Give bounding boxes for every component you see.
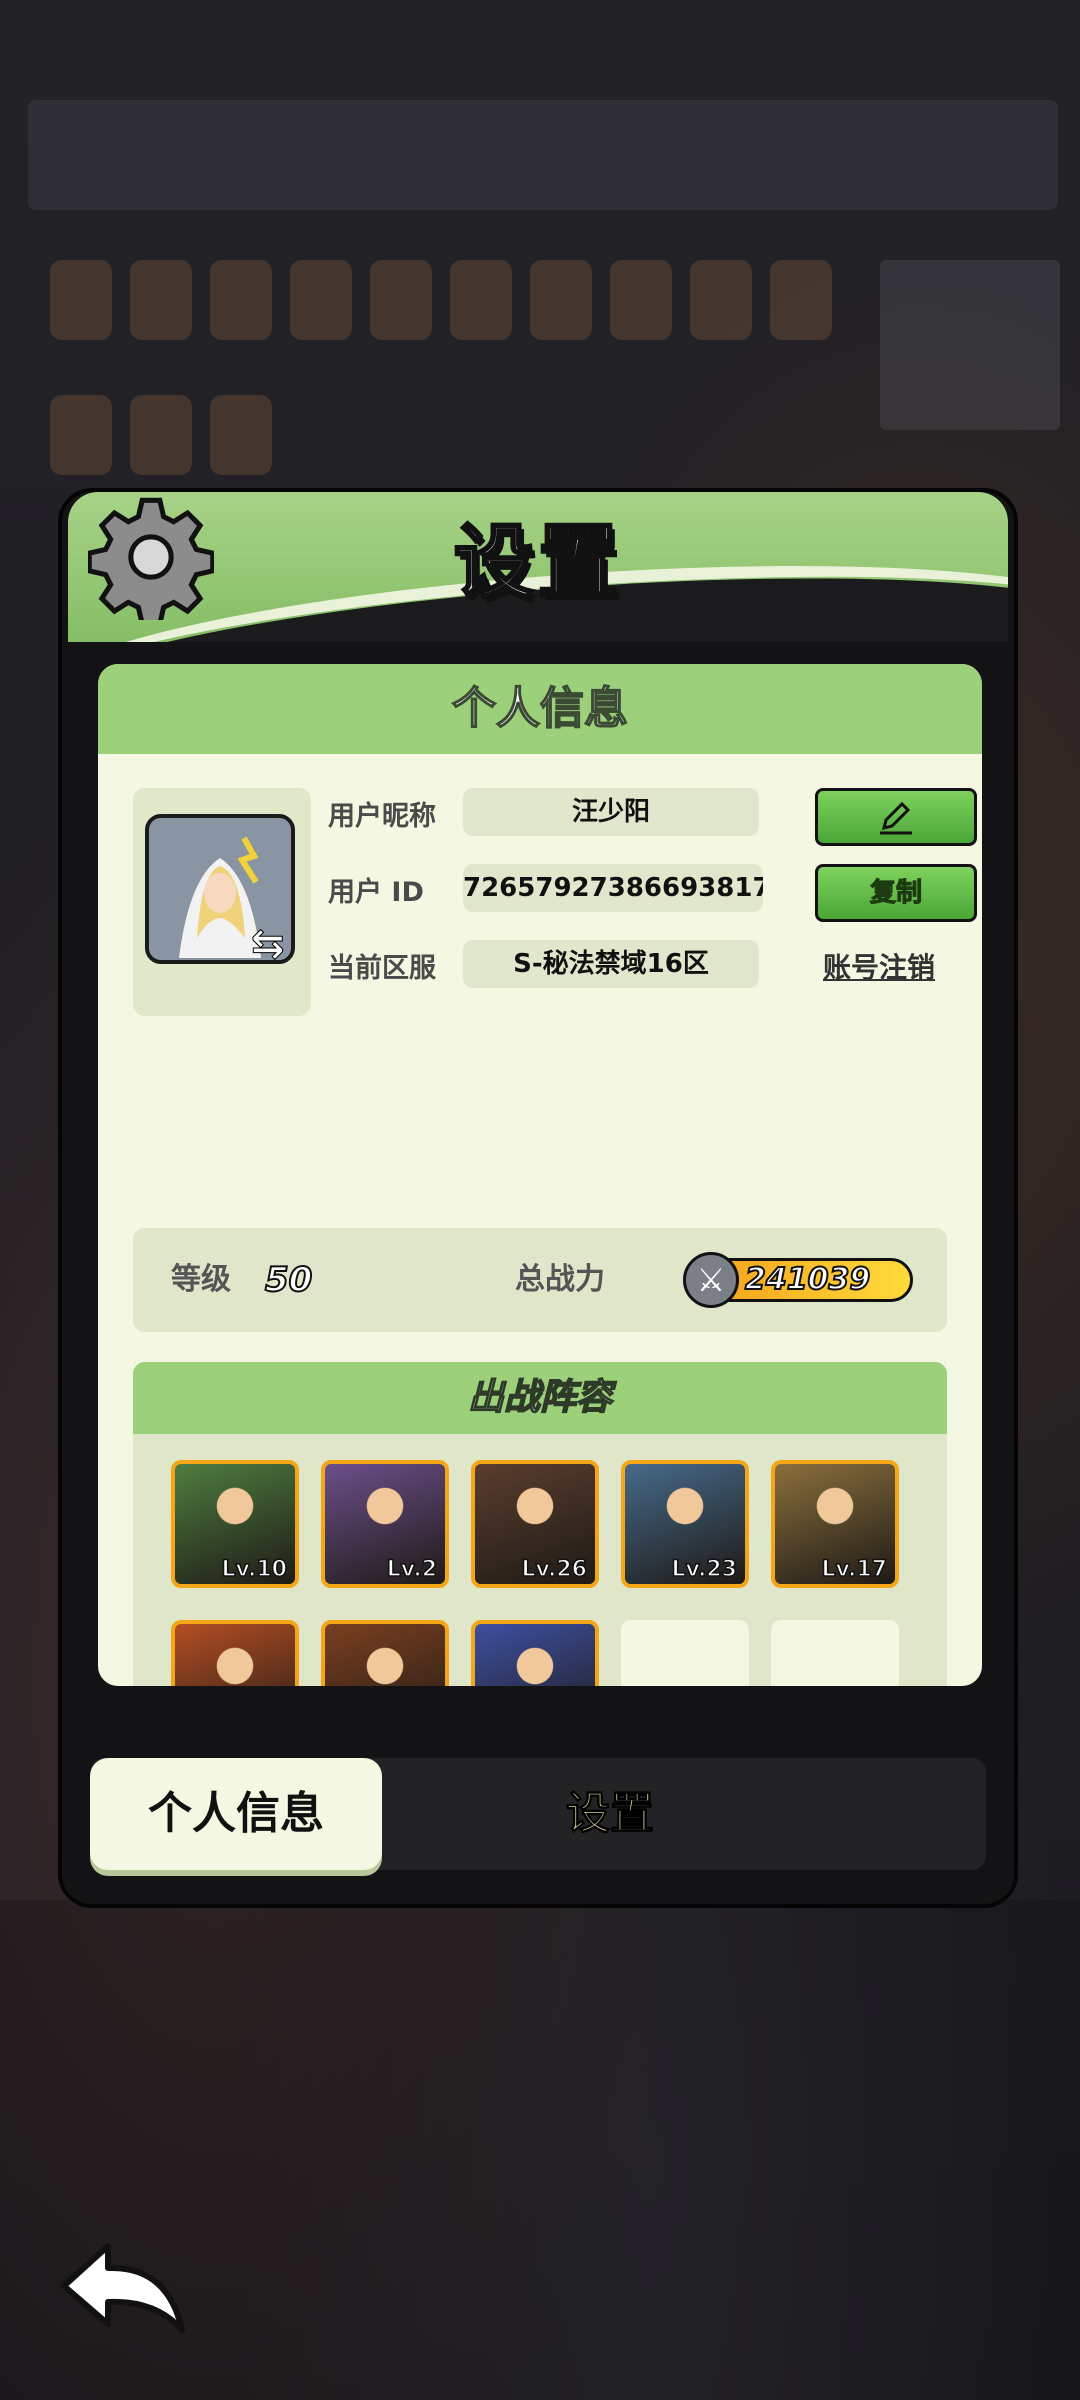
tab-personal-info[interactable]: 个人信息	[90, 1758, 382, 1870]
back-arrow-icon[interactable]	[56, 2238, 192, 2338]
hero-slot[interactable]: Lv.30	[321, 1620, 449, 1686]
hero-slot[interactable]: Lv.23	[621, 1460, 749, 1588]
hero-level: Lv.23	[671, 1556, 738, 1583]
hero-level: Lv.17	[821, 1556, 888, 1583]
personal-info-panel: 个人信息 ⇆ 用户昵称 汪少阳 用户 ID 72657927386693817 …	[98, 664, 982, 1686]
battle-lineup: 出战阵容 Lv.10Lv.2Lv.26Lv.23Lv.17Lv.23Lv.30L…	[133, 1362, 947, 1686]
background-top-bar	[28, 100, 1058, 210]
server-value: S-秘法禁域16区	[463, 940, 759, 988]
cancel-account-link[interactable]: 账号注销	[823, 946, 935, 986]
settings-dialog: 设置 个人信息 ⇆ 用户昵称 汪少阳 用户 ID 726579273866938…	[58, 488, 1018, 1908]
hero-slot[interactable]: Lv.26	[471, 1460, 599, 1588]
section-title: 个人信息	[98, 664, 982, 754]
copy-button[interactable]: 复制	[815, 864, 977, 922]
hero-slot[interactable]: Lv.10	[471, 1620, 599, 1686]
hero-level: Lv.10	[221, 1556, 288, 1583]
lineup-title: 出战阵容	[133, 1362, 947, 1434]
hero-slots: Lv.10 Lv.2 Lv.26 Lv.23 Lv.17 Lv.23 Lv.30 Lv.10	[171, 1460, 931, 1686]
power-value: 241039	[744, 1261, 871, 1298]
empty-hero-slot[interactable]	[771, 1620, 899, 1686]
nickname-value: 汪少阳	[463, 788, 759, 836]
server-label: 当前区服	[328, 953, 436, 984]
swap-avatar-icon[interactable]: ⇆	[251, 922, 295, 967]
background-minimap	[880, 260, 1060, 430]
level-label: 等级	[171, 1262, 231, 1297]
power-badge: ⚔ 241039	[683, 1252, 913, 1308]
background-hero-row-2	[50, 395, 272, 485]
nickname-label: 用户昵称	[328, 801, 436, 832]
hero-slot[interactable]: Lv.2	[321, 1460, 449, 1588]
edit-nickname-button[interactable]	[815, 788, 977, 846]
level-value: 50	[264, 1259, 313, 1301]
empty-hero-slot[interactable]	[621, 1620, 749, 1686]
tab-bar: 个人信息 设置	[90, 1758, 986, 1870]
crossed-swords-icon: ⚔	[683, 1252, 739, 1308]
dialog-title: 设置	[453, 515, 622, 611]
power-label: 总战力	[515, 1262, 605, 1297]
hero-slot[interactable]: Lv.10	[171, 1460, 299, 1588]
pencil-icon	[880, 801, 912, 834]
user-id-label: 用户 ID	[328, 877, 424, 908]
hero-level: Lv.26	[521, 1556, 588, 1583]
stats-bar: 等级 50 总战力 ⚔ 241039	[133, 1228, 947, 1332]
background-hero-row	[50, 260, 832, 350]
tab-settings[interactable]: 设置	[500, 1758, 720, 1870]
user-id-value: 72657927386693817	[463, 864, 763, 912]
hero-level: Lv.2	[386, 1556, 438, 1583]
profile-card: ⇆ 用户昵称 汪少阳 用户 ID 72657927386693817 复制 当前…	[133, 788, 977, 1018]
avatar-container[interactable]: ⇆	[133, 788, 311, 1016]
hero-slot[interactable]: Lv.17	[771, 1460, 899, 1588]
hero-slot[interactable]: Lv.23	[171, 1620, 299, 1686]
